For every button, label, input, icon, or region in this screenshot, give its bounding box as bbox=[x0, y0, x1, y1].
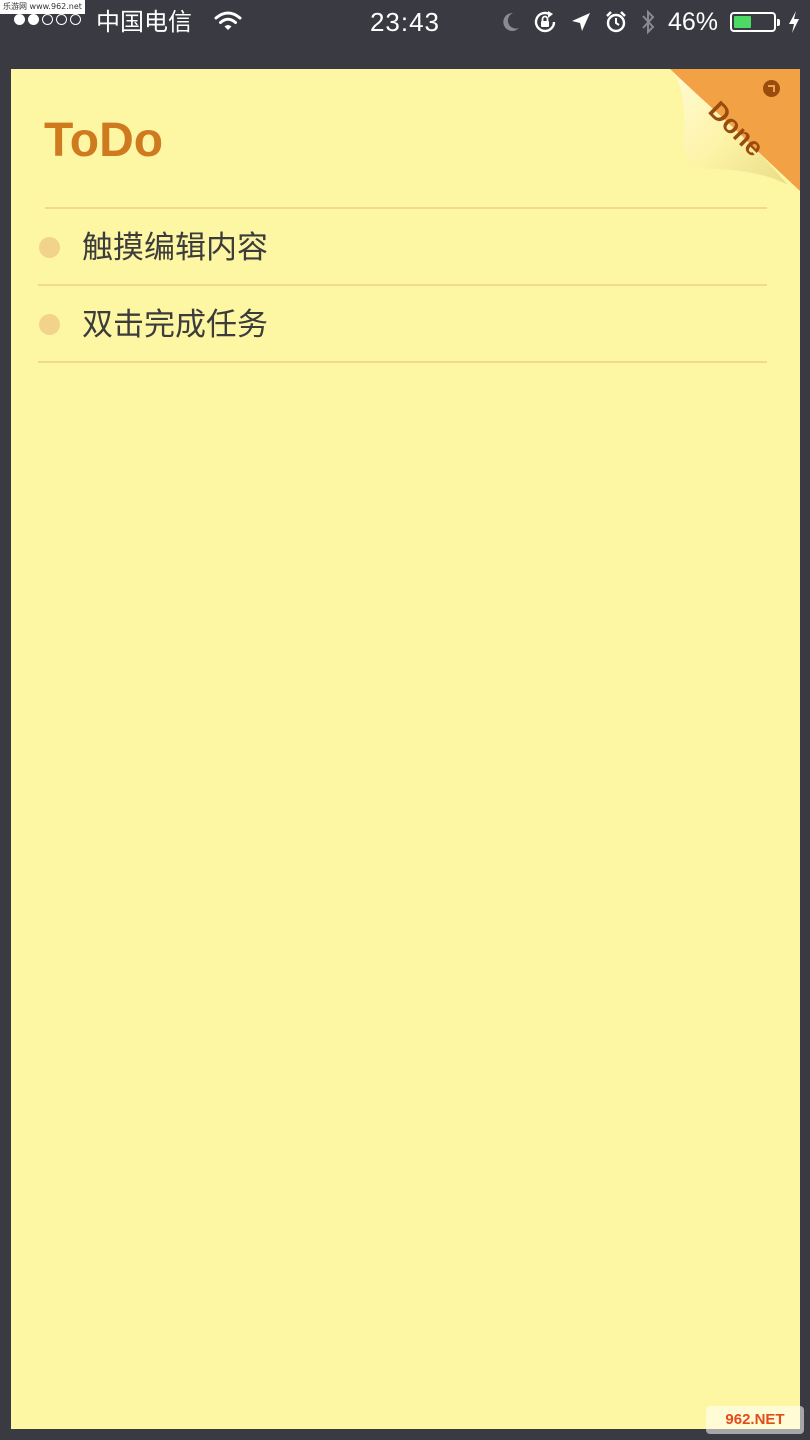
status-bar: 乐游网 www.962.net 中国电信 23:43 46% bbox=[0, 0, 810, 44]
location-arrow-icon bbox=[570, 11, 592, 33]
todo-note[interactable]: ToDo 触摸编辑内容 双击完成任务 Done bbox=[11, 69, 800, 1429]
battery-fill bbox=[734, 16, 751, 28]
task-text[interactable]: 触摸编辑内容 bbox=[82, 227, 268, 269]
alarm-icon bbox=[604, 10, 628, 34]
bluetooth-icon bbox=[640, 9, 656, 35]
watermark-bottom: 962.NET bbox=[706, 1406, 804, 1434]
task-item[interactable]: 双击完成任务 bbox=[38, 286, 767, 363]
battery-icon bbox=[730, 12, 780, 32]
moon-icon bbox=[500, 11, 520, 33]
note-title[interactable]: ToDo bbox=[44, 109, 163, 173]
phone-screen: 乐游网 www.962.net 中国电信 23:43 46% ToDo 触摸编辑… bbox=[0, 0, 810, 1440]
done-corner-icon bbox=[763, 80, 780, 97]
battery-percent: 46% bbox=[667, 8, 718, 36]
task-item[interactable]: 触摸编辑内容 bbox=[38, 209, 767, 286]
task-list: 触摸编辑内容 双击完成任务 bbox=[11, 209, 800, 363]
charging-bolt-icon bbox=[788, 10, 800, 34]
status-icons: 46% bbox=[500, 8, 800, 36]
task-bullet-icon bbox=[39, 237, 60, 258]
task-bullet-icon bbox=[39, 314, 60, 335]
battery-tip bbox=[777, 19, 780, 26]
done-corner-button[interactable]: Done bbox=[670, 69, 800, 191]
orientation-lock-icon bbox=[532, 9, 558, 35]
watermark-top: 乐游网 www.962.net bbox=[0, 0, 85, 14]
task-text[interactable]: 双击完成任务 bbox=[82, 304, 268, 346]
